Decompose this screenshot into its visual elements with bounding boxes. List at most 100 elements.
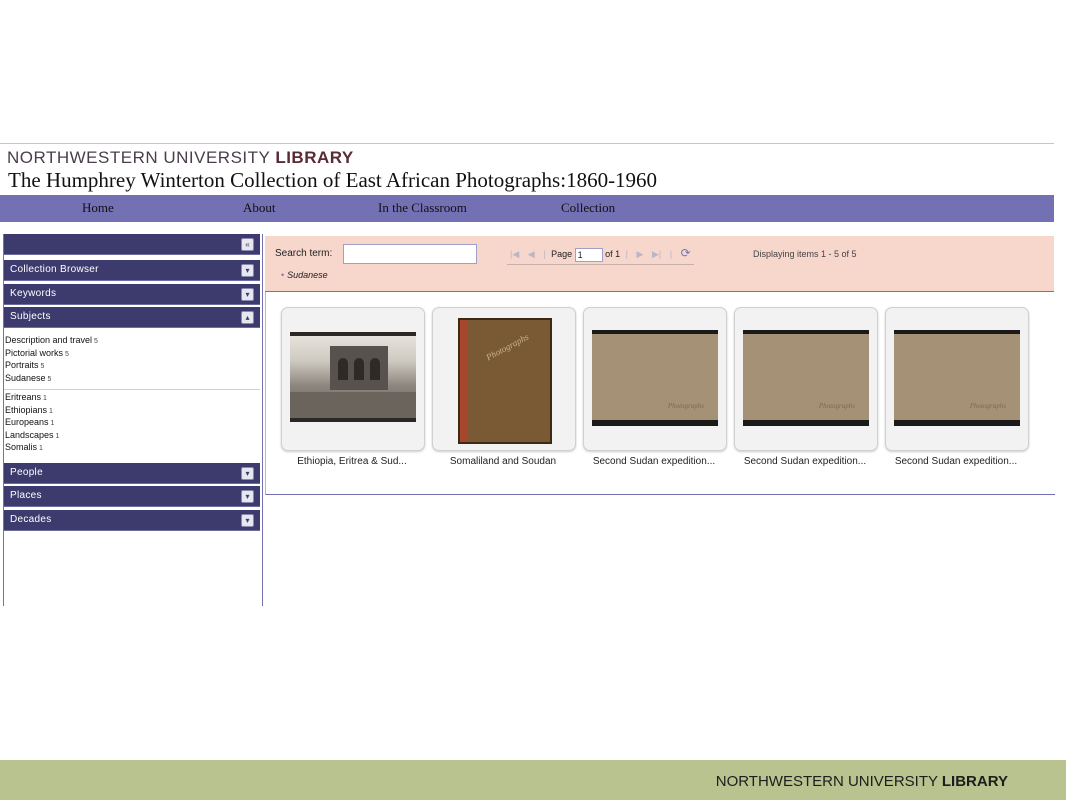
result-card[interactable]: Photographs	[583, 307, 727, 451]
page-label: Page	[551, 249, 573, 259]
footer-brand-university: NORTHWESTERN UNIVERSITY	[715, 773, 938, 790]
pager-separator: |	[543, 249, 546, 259]
sidebar-top-bar: «	[4, 234, 260, 255]
subject-count: 1	[50, 420, 55, 427]
display-count: Displaying items 1 - 5 of 5	[753, 249, 857, 259]
first-page-icon[interactable]: |◀	[510, 249, 519, 260]
subject-count: 5	[65, 350, 69, 358]
photo-thumbnail	[290, 332, 416, 422]
chevron-down-icon[interactable]: ▾	[241, 514, 254, 527]
album-thumbnail: Photographs	[592, 330, 718, 426]
header-rule	[0, 143, 1054, 144]
search-label: Search term:	[275, 248, 333, 259]
subject-item[interactable]: Landscapes 1	[5, 430, 59, 443]
page-of-label: of 1	[605, 249, 621, 259]
album-cover-text: Photographs	[667, 402, 704, 410]
next-page-icon[interactable]: ▶	[637, 249, 644, 260]
result-card[interactable]: Photographs	[885, 307, 1029, 451]
brand-library: LIBRARY	[275, 148, 354, 167]
result-title[interactable]: Second Sudan expedition...	[731, 456, 879, 467]
refresh-icon[interactable]: ⟳	[681, 246, 691, 260]
subject-label: Landscapes	[5, 429, 54, 440]
subject-item[interactable]: Portraits 5	[5, 360, 98, 373]
arch-shape	[370, 358, 380, 380]
footer-brand: NORTHWESTERN UNIVERSITY LIBRARY	[716, 773, 1008, 790]
chevron-down-icon[interactable]: ▾	[241, 467, 254, 480]
result-card[interactable]: Photographs	[734, 307, 878, 451]
subjects-other-list: Eritreans 1 Ethiopians 1 Europeans 1 Landsc…	[5, 392, 59, 455]
subject-item[interactable]: Somalis 1	[5, 442, 59, 455]
book-thumbnail: Photographs	[458, 318, 552, 444]
nav-in-the-classroom[interactable]: In the Classroom	[378, 200, 467, 216]
section-collection-browser[interactable]: Collection Browser ▾	[4, 260, 260, 281]
result-title[interactable]: Ethiopia, Eritrea & Sud...	[278, 456, 426, 467]
search-input[interactable]	[343, 244, 477, 264]
active-filter[interactable]: • Sudanese	[281, 270, 328, 280]
brand-university: NORTHWESTERN UNIVERSITY	[7, 148, 271, 167]
nav-home[interactable]: Home	[82, 200, 114, 216]
album-thumbnail: Photographs	[894, 330, 1020, 426]
page-number-input[interactable]: 1	[574, 247, 603, 262]
subject-label: Description and travel	[5, 335, 93, 345]
subject-item[interactable]: Pictorial works 5	[5, 348, 98, 361]
subject-label: Somalis	[5, 442, 38, 452]
nav-about[interactable]: About	[243, 200, 276, 216]
subject-count: 5	[94, 338, 98, 345]
chevron-down-icon[interactable]: ▾	[241, 264, 254, 277]
subject-item[interactable]: Sudanese 5	[5, 373, 98, 386]
subject-label: Ethiopians	[5, 404, 48, 415]
section-decades[interactable]: Decades ▾	[4, 510, 260, 531]
previous-page-icon[interactable]: ◀	[528, 249, 535, 260]
main-nav: Home About In the Classroom Collection	[0, 195, 1054, 222]
section-label: Collection Browser	[10, 264, 99, 275]
result-title[interactable]: Second Sudan expedition...	[882, 456, 1030, 467]
result-title[interactable]: Somaliland and Soudan	[429, 456, 577, 467]
subjects-divider	[4, 389, 260, 390]
subjects-selected-list: Description and travel 5 Pictorial works 5…	[5, 335, 98, 385]
subject-count: 1	[39, 445, 43, 452]
subject-label: Portraits	[5, 360, 39, 370]
subject-item[interactable]: Ethiopians 1	[5, 405, 59, 418]
section-places[interactable]: Places ▾	[4, 486, 260, 507]
arch-shape	[354, 358, 364, 380]
pager-separator: |	[625, 249, 629, 259]
section-label: Subjects	[10, 311, 51, 322]
chevron-up-icon[interactable]: ▴	[241, 311, 254, 324]
pagination-toolbar: |◀ ◀ | Page 1 of 1 | ▶ ▶| | ⟳ Displaying…	[507, 246, 857, 265]
section-people[interactable]: People ▾	[4, 463, 260, 484]
result-card[interactable]: Photographs	[432, 307, 576, 451]
subject-label: Europeans	[5, 417, 49, 427]
section-keywords[interactable]: Keywords ▾	[4, 284, 260, 305]
subject-count: 1	[55, 432, 60, 440]
footer-brand-library: LIBRARY	[941, 773, 1008, 790]
library-brand[interactable]: NORTHWESTERN UNIVERSITY LIBRARY	[7, 148, 354, 168]
footer-bar: NORTHWESTERN UNIVERSITY LIBRARY	[0, 760, 1066, 800]
results-grid: Ethiopia, Eritrea & Sud... Photographs S…	[265, 292, 1055, 495]
site-title: The Humphrey Winterton Collection of Eas…	[8, 168, 658, 192]
active-filter-label: Sudanese	[287, 270, 328, 280]
chevron-down-icon[interactable]: ▾	[241, 288, 254, 301]
sidebar-panel: « Collection Browser ▾ Keywords ▾ Subjec…	[3, 234, 263, 606]
result-title[interactable]: Second Sudan expedition...	[580, 456, 728, 467]
chevron-down-icon[interactable]: ▾	[241, 490, 254, 503]
double-chevron-left-icon[interactable]: «	[241, 238, 254, 251]
filter-bullet-icon: •	[281, 270, 285, 280]
album-cover-text: Photographs	[969, 402, 1006, 410]
subject-item[interactable]: Europeans 1	[5, 417, 59, 430]
result-card[interactable]	[281, 307, 425, 451]
subject-count: 1	[43, 395, 47, 402]
subject-item[interactable]: Description and travel 5	[5, 335, 98, 348]
section-subjects[interactable]: Subjects ▴	[4, 307, 260, 328]
subject-item[interactable]: Eritreans 1	[5, 392, 59, 405]
arch-shape	[338, 358, 348, 380]
nav-collection[interactable]: Collection	[561, 200, 615, 216]
last-page-icon[interactable]: ▶|	[652, 249, 661, 260]
section-label: Decades	[10, 514, 52, 525]
section-label: Places	[10, 490, 42, 501]
section-label: People	[10, 467, 43, 478]
album-cover-text: Photographs	[818, 402, 855, 410]
book-cover-text: Photographs	[484, 331, 531, 363]
book-spine	[460, 320, 468, 442]
subject-label: Pictorial works	[5, 347, 64, 358]
subject-label: Eritreans	[5, 392, 42, 402]
